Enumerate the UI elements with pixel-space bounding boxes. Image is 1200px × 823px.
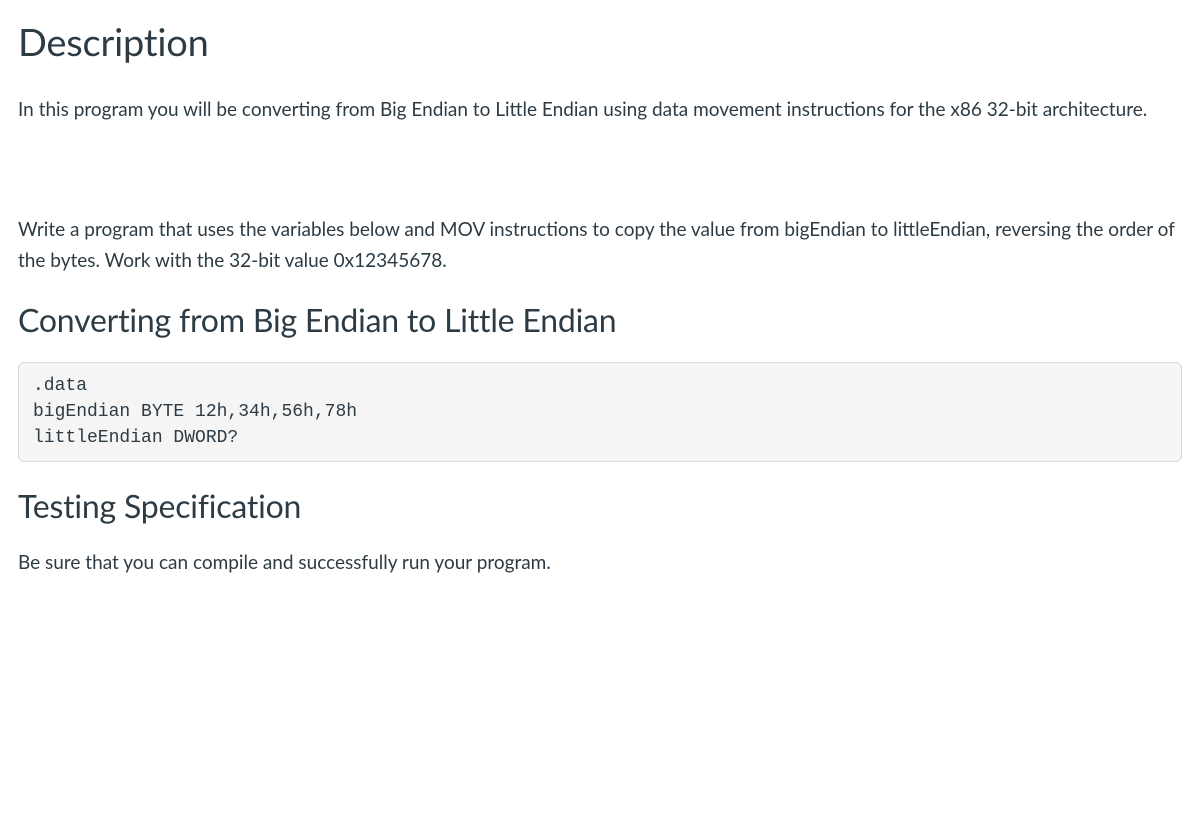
code-block-data: .data bigEndian BYTE 12h,34h,56h,78h lit… xyxy=(18,362,1182,462)
blank-space xyxy=(18,143,1182,215)
paragraph-testing: Be sure that you can compile and success… xyxy=(18,548,1182,578)
heading-converting: Converting from Big Endian to Little End… xyxy=(18,296,1182,344)
heading-description: Description xyxy=(18,14,1182,71)
paragraph-task: Write a program that uses the variables … xyxy=(18,215,1182,276)
heading-testing: Testing Specification xyxy=(18,482,1182,530)
paragraph-intro: In this program you will be converting f… xyxy=(18,95,1182,125)
